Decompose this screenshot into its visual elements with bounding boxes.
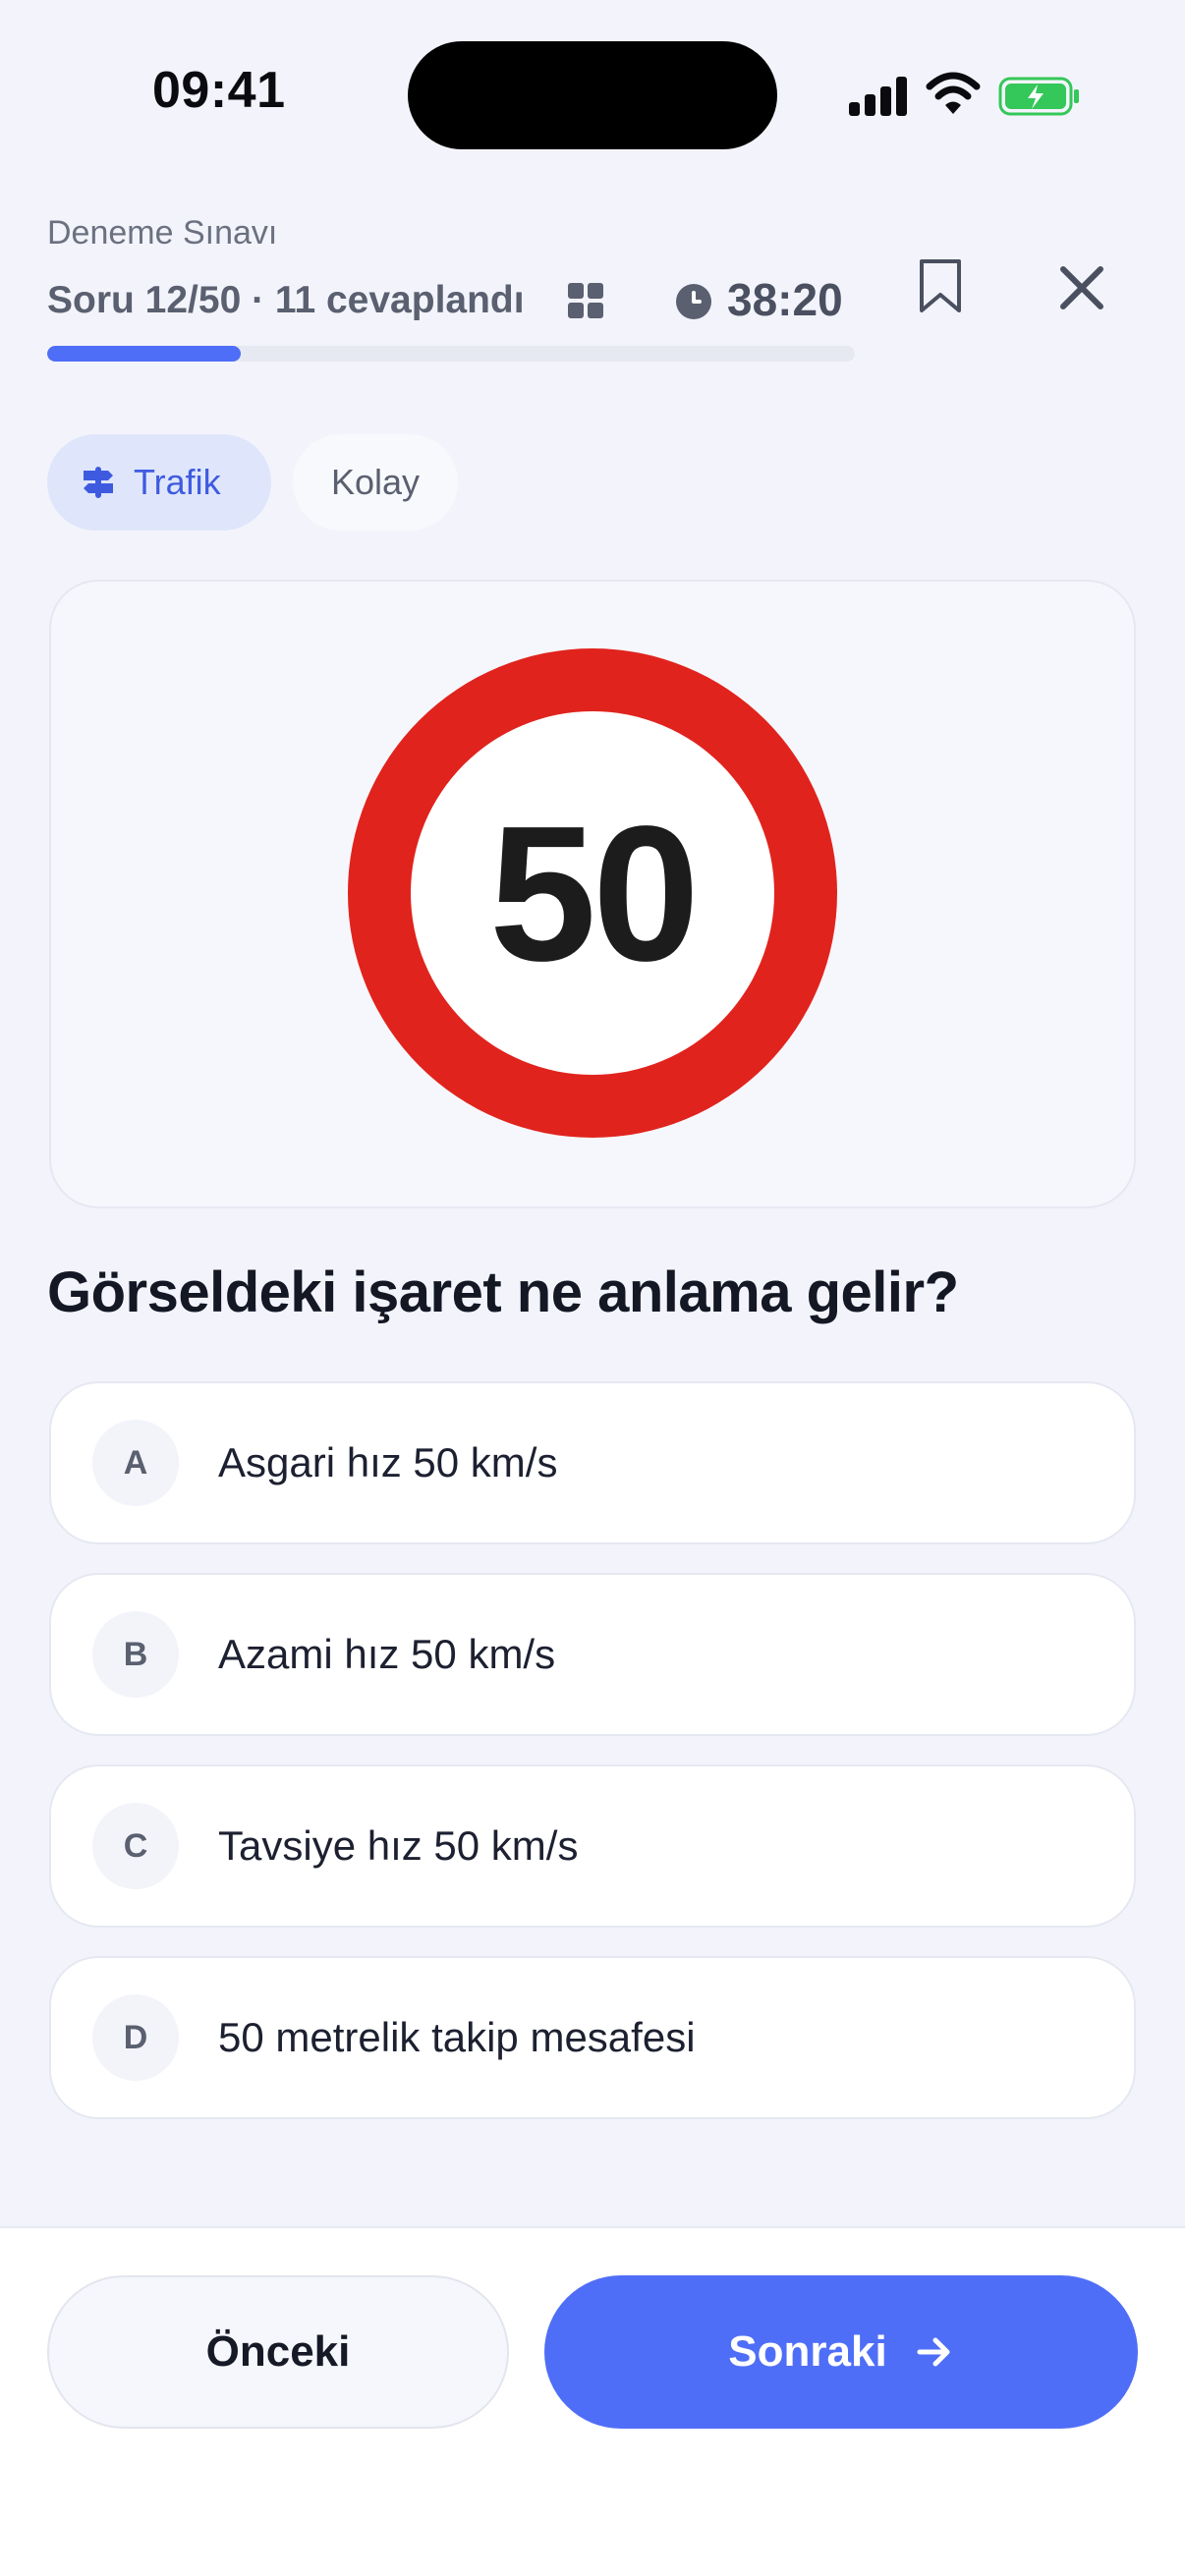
answer-option-a[interactable]: A Asgari hız 50 km/s <box>49 1381 1136 1544</box>
previous-button-label: Önceki <box>205 2327 351 2376</box>
option-letter: D <box>92 1994 179 2081</box>
exam-title: Deneme Sınavı <box>47 214 278 252</box>
status-time: 09:41 <box>152 62 286 119</box>
next-button[interactable]: Sonraki <box>544 2275 1138 2429</box>
option-text: Tavsiye hız 50 km/s <box>218 1822 579 1869</box>
question-progress-text: Soru 12/50 · 11 cevaplandı <box>47 279 525 321</box>
speed-limit-value: 50 <box>411 711 774 1075</box>
category-label: Trafik <box>134 462 221 502</box>
next-button-label: Sonraki <box>728 2327 887 2376</box>
option-text: 50 metrelik takip mesafesi <box>218 2014 696 2060</box>
clock-icon <box>676 284 711 319</box>
battery-charging-icon <box>998 77 1079 116</box>
wifi-icon <box>926 72 981 114</box>
answer-option-b[interactable]: B Azami hız 50 km/s <box>49 1573 1136 1736</box>
option-letter: B <box>92 1611 179 1698</box>
option-letter: C <box>92 1803 179 1889</box>
previous-button[interactable]: Önceki <box>47 2275 509 2429</box>
arrow-right-icon <box>917 2337 950 2367</box>
close-icon[interactable] <box>1055 261 1108 314</box>
option-text: Asgari hız 50 km/s <box>218 1439 558 1485</box>
answer-option-d[interactable]: D 50 metrelik takip mesafesi <box>49 1956 1136 2119</box>
option-letter: A <box>92 1420 179 1506</box>
exam-progress-fill <box>47 346 242 362</box>
cellular-signal-icon <box>849 77 908 116</box>
category-chip: Trafik <box>47 434 271 531</box>
signpost-icon <box>84 467 113 498</box>
dynamic-island <box>408 41 777 149</box>
exam-timer: 38:20 <box>727 274 843 325</box>
question-text: Görseldeki işaret ne anlama gelir? <box>47 1260 959 1324</box>
option-text: Azami hız 50 km/s <box>218 1631 556 1677</box>
difficulty-label: Kolay <box>330 462 421 502</box>
question-grid-icon[interactable] <box>568 283 603 318</box>
exam-progress-bar <box>47 346 855 362</box>
difficulty-chip: Kolay <box>293 434 458 531</box>
answer-option-c[interactable]: C Tavsiye hız 50 km/s <box>49 1764 1136 1928</box>
bookmark-icon[interactable] <box>918 257 963 314</box>
